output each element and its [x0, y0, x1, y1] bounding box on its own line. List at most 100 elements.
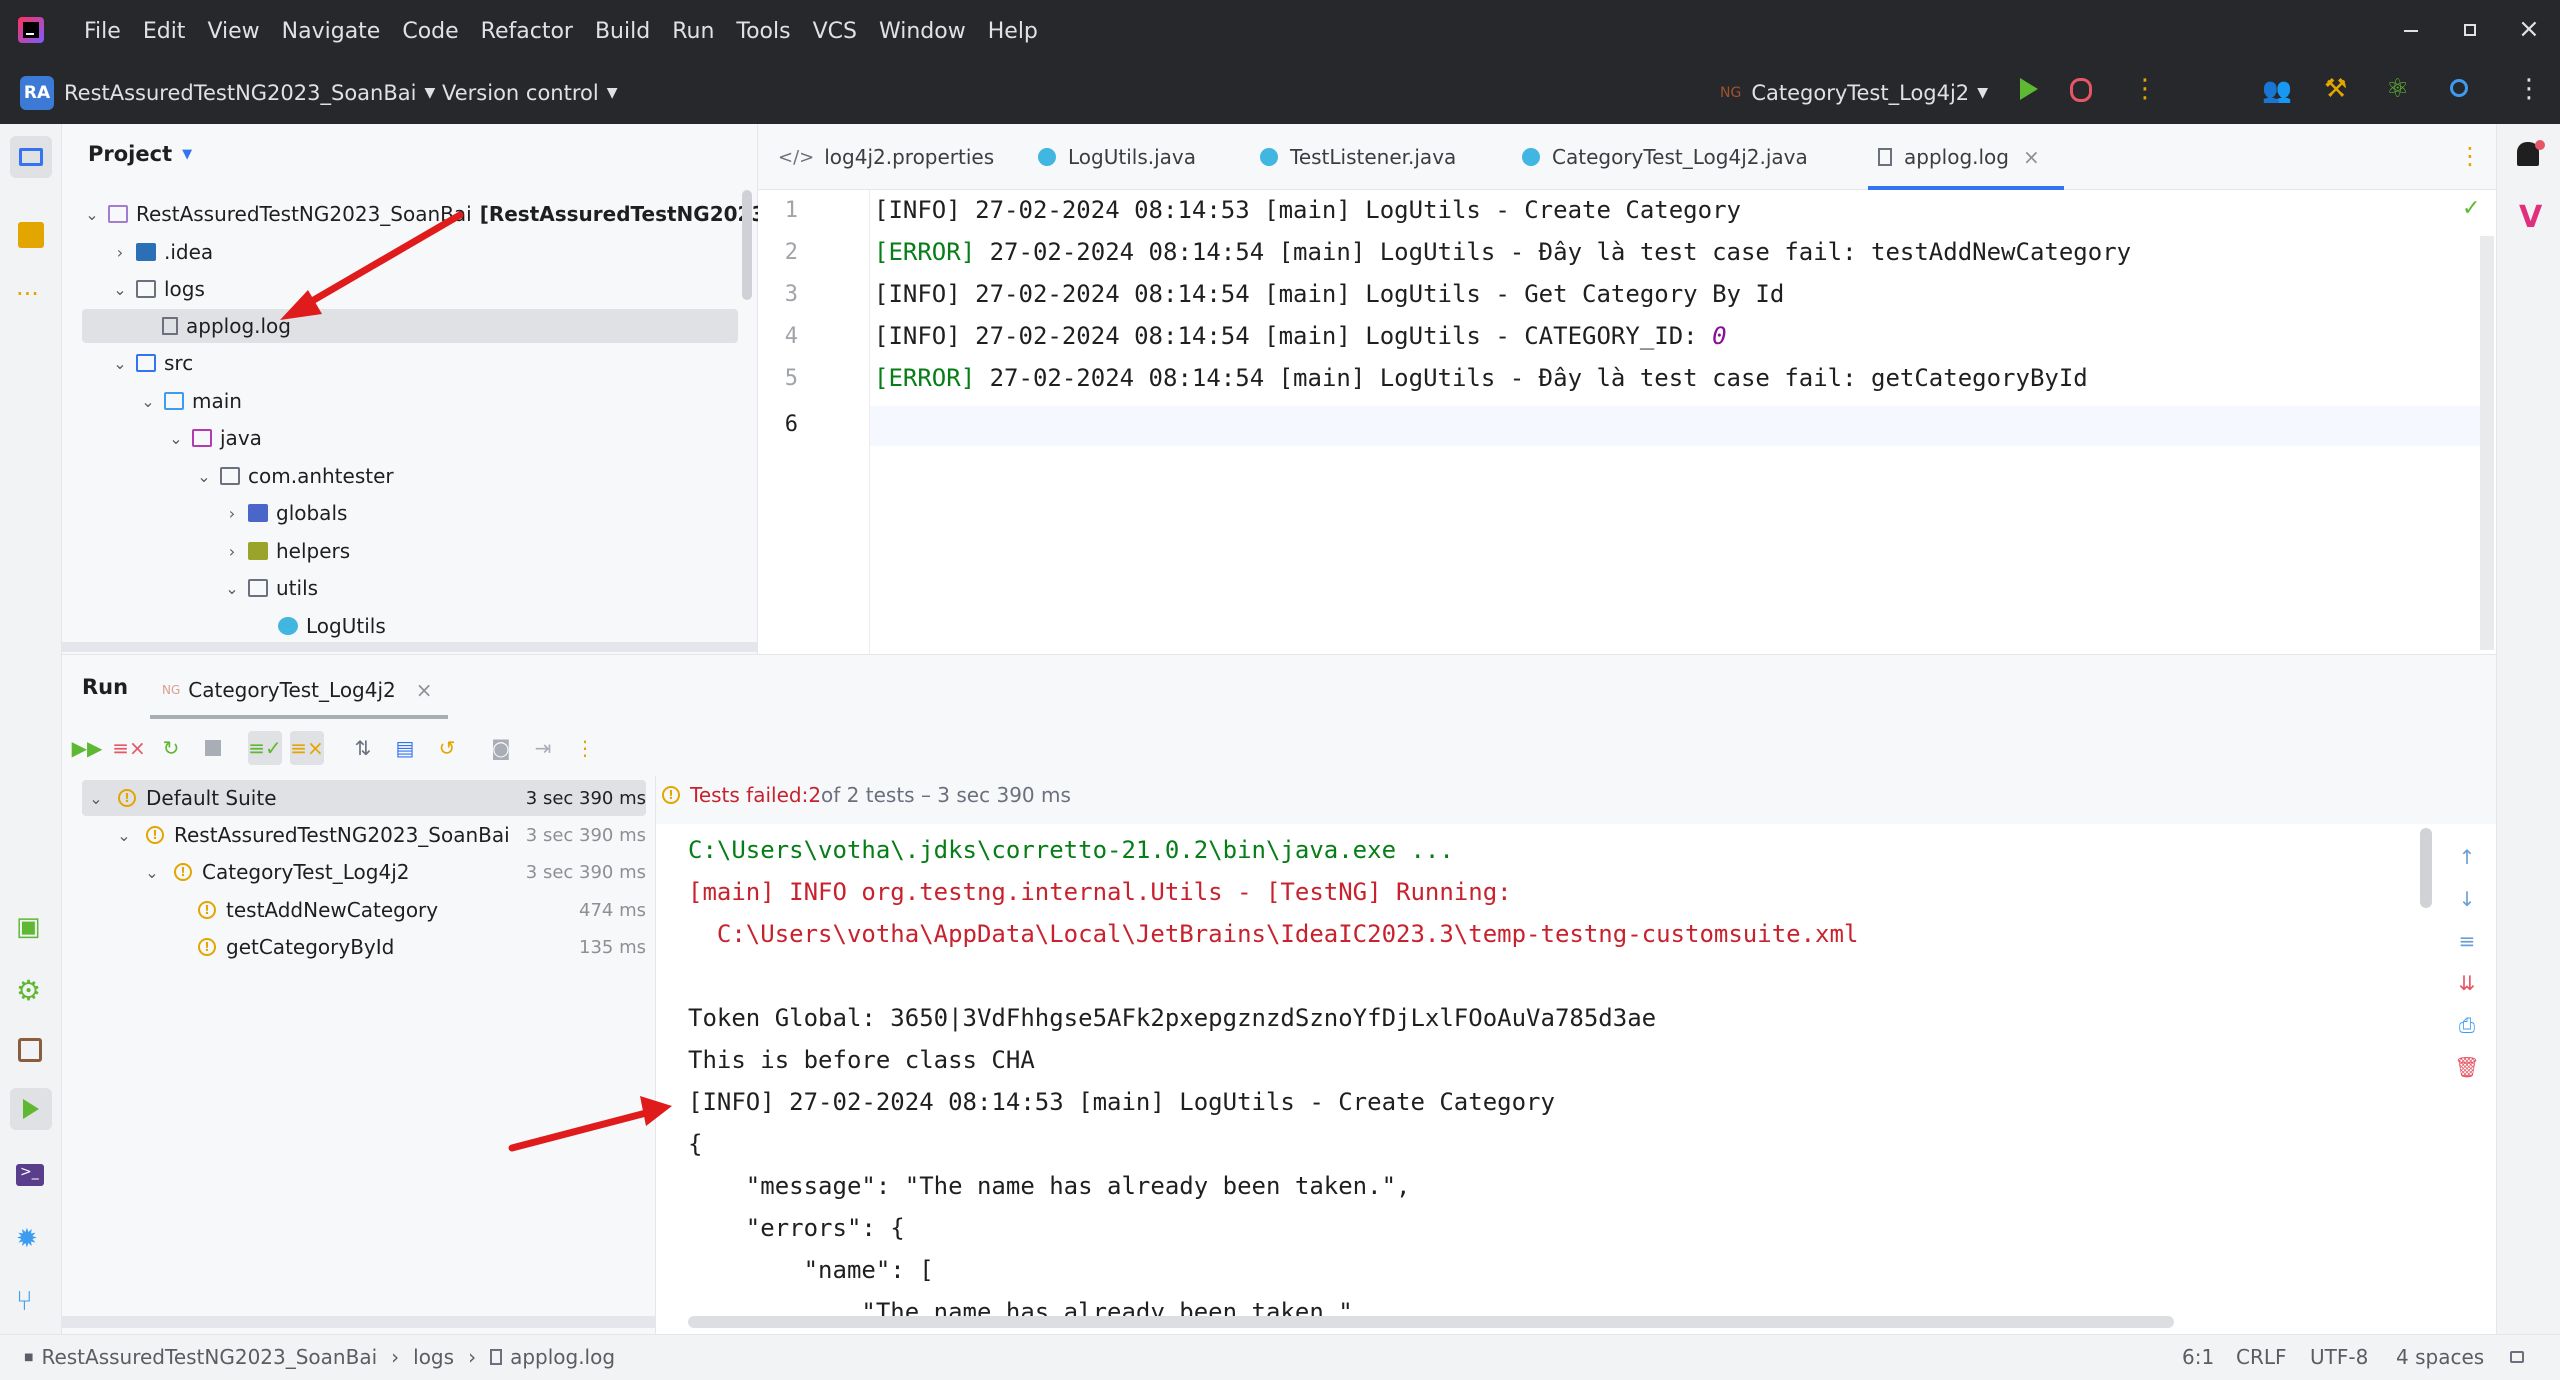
tree-item-java[interactable]: ⌄ java: [166, 420, 262, 456]
menu-help[interactable]: Help: [988, 19, 1038, 44]
tab-options-icon[interactable]: ⋮: [2458, 142, 2482, 170]
screenshot-icon[interactable]: ◙: [486, 733, 516, 763]
import-tests-icon[interactable]: ▤: [390, 733, 420, 763]
run-config-selector[interactable]: NG CategoryTest_Log4j2 ▼: [1720, 76, 1988, 110]
run-icon[interactable]: [2020, 78, 2038, 100]
settings-icon[interactable]: ⋮: [2516, 74, 2542, 104]
test-class-row[interactable]: ⌄ ! CategoryTest_Log4j2 3 sec 390 ms: [142, 854, 646, 890]
scroll-up-icon[interactable]: ↑: [2452, 842, 2482, 872]
show-ignored-icon[interactable]: ≡×: [290, 731, 324, 765]
tree-item-main[interactable]: ⌄ main: [138, 383, 242, 419]
chevron-down-icon[interactable]: ⌄: [110, 279, 130, 299]
console-hscrollbar[interactable]: [688, 1316, 2174, 1328]
run-tab[interactable]: NG CategoryTest_Log4j2 ×: [162, 665, 433, 715]
services-icon[interactable]: ⚙: [16, 974, 41, 1007]
tab-log4j2-properties[interactable]: </> log4j2.properties: [778, 124, 994, 190]
export-icon[interactable]: ⇥: [528, 733, 558, 763]
project-hscrollbar[interactable]: [62, 642, 758, 652]
scroll-down-icon[interactable]: ↓: [2452, 884, 2482, 914]
chevron-down-icon[interactable]: ⌄: [138, 391, 158, 411]
menu-code[interactable]: Code: [402, 19, 458, 44]
structure-tool-icon[interactable]: [18, 222, 44, 248]
history-icon[interactable]: ↺: [432, 733, 462, 763]
tab-categorytest-java[interactable]: CategoryTest_Log4j2.java: [1522, 124, 1808, 190]
more-actions-icon[interactable]: ⋮: [2132, 74, 2158, 104]
plugins-icon[interactable]: ▣: [16, 912, 44, 942]
soft-wrap-icon[interactable]: ≡: [2452, 926, 2482, 956]
tree-item-src[interactable]: ⌄ src: [110, 345, 193, 381]
menu-window[interactable]: Window: [879, 19, 966, 44]
tree-item-package[interactable]: ⌄ com.anhtester: [194, 458, 393, 494]
database-icon[interactable]: [18, 1038, 42, 1062]
terminal-icon[interactable]: >_: [16, 1164, 44, 1186]
debug-icon[interactable]: [2070, 78, 2092, 102]
lock-icon[interactable]: [2510, 1351, 2524, 1363]
search-icon[interactable]: [2450, 79, 2468, 97]
chevron-down-icon[interactable]: ⌄: [86, 788, 106, 808]
stop-icon[interactable]: [198, 733, 228, 763]
tab-testlistener-java[interactable]: TestListener.java: [1260, 124, 1456, 190]
menu-run[interactable]: Run: [672, 19, 714, 44]
breadcrumb-item[interactable]: logs: [413, 1345, 454, 1369]
chevron-down-icon[interactable]: ⌄: [194, 466, 214, 486]
menu-build[interactable]: Build: [595, 19, 650, 44]
menu-edit[interactable]: Edit: [143, 19, 186, 44]
rerun-icon[interactable]: ▶▶: [72, 733, 103, 763]
show-passed-icon[interactable]: ≡✓: [248, 731, 282, 765]
minimize-icon[interactable]: [2404, 30, 2418, 32]
indent-setting[interactable]: 4 spaces: [2396, 1345, 2484, 1369]
rerun-failed-icon[interactable]: ≡×: [112, 733, 146, 763]
chevron-down-icon[interactable]: ⌄: [110, 353, 130, 373]
print-icon[interactable]: ⎙: [2452, 1010, 2482, 1040]
chevron-down-icon[interactable]: ⌄: [82, 204, 102, 224]
test-suite-row[interactable]: ⌄ ! Default Suite 3 sec 390 ms: [86, 780, 646, 816]
chevron-down-icon[interactable]: ⌄: [166, 428, 186, 448]
project-scrollbar[interactable]: [742, 190, 752, 300]
vim-icon[interactable]: V: [2519, 200, 2542, 235]
test-method-row[interactable]: ! testAddNewCategory 474 ms: [198, 892, 646, 928]
chevron-down-icon[interactable]: ⌄: [142, 862, 162, 882]
scroll-to-end-icon[interactable]: ⇊: [2452, 968, 2482, 998]
console-vscrollbar[interactable]: [2420, 828, 2432, 908]
sort-icon[interactable]: ⇅: [348, 733, 378, 763]
menu-vcs[interactable]: VCS: [813, 19, 857, 44]
editor-scrollbar[interactable]: [2480, 236, 2494, 650]
project-panel-header[interactable]: Project ▼: [88, 142, 192, 166]
chevron-right-icon[interactable]: ›: [110, 242, 130, 262]
menu-file[interactable]: File: [84, 19, 121, 44]
menu-view[interactable]: View: [207, 19, 259, 44]
more-tools-icon[interactable]: ···: [16, 280, 39, 308]
toggle-auto-test-icon[interactable]: ↻: [156, 733, 186, 763]
tree-item-utils[interactable]: ⌄ utils: [222, 570, 318, 606]
tree-item-logs[interactable]: ⌄ logs: [110, 271, 205, 307]
ai-assistant-icon[interactable]: ⚛: [2386, 74, 2409, 104]
chevron-down-icon[interactable]: ⌄: [222, 578, 242, 598]
test-tree-hscrollbar[interactable]: [62, 1316, 656, 1328]
more-options-icon[interactable]: ⋮: [570, 733, 600, 763]
test-method-row[interactable]: ! getCategoryById 135 ms: [198, 929, 646, 965]
tree-item-logutils[interactable]: LogUtils: [278, 608, 386, 644]
build-tools-icon[interactable]: ⚒: [2324, 74, 2347, 104]
code-with-me-icon[interactable]: 👥: [2262, 76, 2292, 104]
restore-icon[interactable]: [2464, 24, 2476, 36]
chevron-right-icon[interactable]: ›: [222, 541, 242, 561]
breadcrumb-item[interactable]: RestAssuredTestNG2023_SoanBai: [41, 1345, 377, 1369]
chevron-right-icon[interactable]: ›: [222, 503, 242, 523]
test-module-row[interactable]: ⌄ ! RestAssuredTestNG2023_SoanBai 3 sec …: [114, 817, 646, 853]
breadcrumb-item[interactable]: applog.log: [510, 1345, 615, 1369]
git-icon[interactable]: ⑂: [16, 1284, 33, 1317]
tab-logutils-java[interactable]: LogUtils.java: [1038, 124, 1196, 190]
version-control-widget[interactable]: Version control ▼: [442, 76, 617, 110]
project-widget[interactable]: RA RestAssuredTestNG2023_SoanBai ▼: [20, 76, 435, 110]
menu-refactor[interactable]: Refactor: [481, 19, 573, 44]
tab-applog-log[interactable]: applog.log ×: [1868, 124, 2064, 190]
clear-all-icon[interactable]: 🗑: [2452, 1052, 2482, 1082]
close-tab-icon[interactable]: ×: [2023, 145, 2040, 169]
chevron-down-icon[interactable]: ⌄: [114, 825, 134, 845]
line-separator[interactable]: CRLF: [2236, 1345, 2287, 1369]
close-window-icon[interactable]: ×: [2518, 14, 2540, 44]
tree-item-idea[interactable]: › .idea: [110, 234, 213, 270]
run-tool-icon[interactable]: [10, 1088, 52, 1130]
tree-item-helpers[interactable]: › helpers: [222, 533, 350, 569]
close-tab-icon[interactable]: ×: [416, 678, 433, 702]
